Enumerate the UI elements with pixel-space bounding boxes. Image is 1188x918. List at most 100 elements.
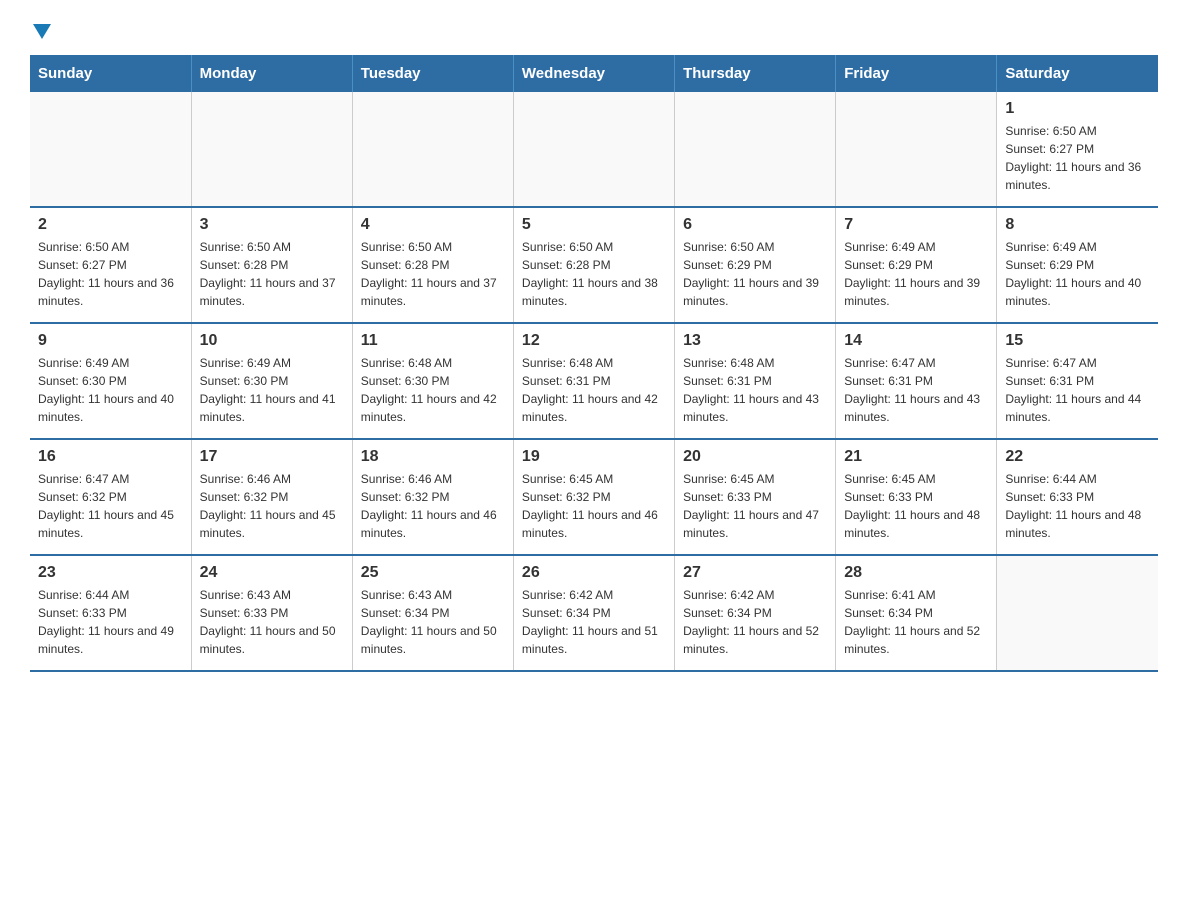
week-row-2: 2 Sunrise: 6:50 AMSunset: 6:27 PMDayligh… bbox=[30, 207, 1158, 323]
weekday-header-friday: Friday bbox=[836, 55, 997, 92]
day-info: Sunrise: 6:49 AMSunset: 6:29 PMDaylight:… bbox=[1005, 238, 1150, 310]
calendar-cell: 12 Sunrise: 6:48 AMSunset: 6:31 PMDaylig… bbox=[513, 323, 674, 439]
weekday-header-saturday: Saturday bbox=[997, 55, 1158, 92]
calendar-cell: 11 Sunrise: 6:48 AMSunset: 6:30 PMDaylig… bbox=[352, 323, 513, 439]
day-info: Sunrise: 6:48 AMSunset: 6:31 PMDaylight:… bbox=[683, 354, 827, 426]
day-info: Sunrise: 6:49 AMSunset: 6:29 PMDaylight:… bbox=[844, 238, 988, 310]
day-number: 14 bbox=[844, 332, 988, 350]
calendar-cell: 7 Sunrise: 6:49 AMSunset: 6:29 PMDayligh… bbox=[836, 207, 997, 323]
calendar-cell bbox=[997, 555, 1158, 671]
day-number: 27 bbox=[683, 564, 827, 582]
day-number: 23 bbox=[38, 564, 183, 582]
calendar-cell: 25 Sunrise: 6:43 AMSunset: 6:34 PMDaylig… bbox=[352, 555, 513, 671]
day-info: Sunrise: 6:46 AMSunset: 6:32 PMDaylight:… bbox=[361, 470, 505, 542]
day-number: 10 bbox=[200, 332, 344, 350]
day-info: Sunrise: 6:45 AMSunset: 6:33 PMDaylight:… bbox=[683, 470, 827, 542]
day-number: 18 bbox=[361, 448, 505, 466]
day-number: 7 bbox=[844, 216, 988, 234]
day-info: Sunrise: 6:50 AMSunset: 6:28 PMDaylight:… bbox=[361, 238, 505, 310]
calendar-cell: 2 Sunrise: 6:50 AMSunset: 6:27 PMDayligh… bbox=[30, 207, 191, 323]
calendar-cell: 18 Sunrise: 6:46 AMSunset: 6:32 PMDaylig… bbox=[352, 439, 513, 555]
day-info: Sunrise: 6:42 AMSunset: 6:34 PMDaylight:… bbox=[522, 586, 666, 658]
calendar-cell bbox=[836, 92, 997, 207]
day-info: Sunrise: 6:42 AMSunset: 6:34 PMDaylight:… bbox=[683, 586, 827, 658]
calendar-cell: 17 Sunrise: 6:46 AMSunset: 6:32 PMDaylig… bbox=[191, 439, 352, 555]
calendar-cell: 24 Sunrise: 6:43 AMSunset: 6:33 PMDaylig… bbox=[191, 555, 352, 671]
day-info: Sunrise: 6:47 AMSunset: 6:31 PMDaylight:… bbox=[1005, 354, 1150, 426]
calendar-cell: 13 Sunrise: 6:48 AMSunset: 6:31 PMDaylig… bbox=[675, 323, 836, 439]
calendar-cell: 16 Sunrise: 6:47 AMSunset: 6:32 PMDaylig… bbox=[30, 439, 191, 555]
calendar-cell bbox=[191, 92, 352, 207]
day-info: Sunrise: 6:49 AMSunset: 6:30 PMDaylight:… bbox=[38, 354, 183, 426]
day-number: 15 bbox=[1005, 332, 1150, 350]
day-info: Sunrise: 6:46 AMSunset: 6:32 PMDaylight:… bbox=[200, 470, 344, 542]
day-number: 25 bbox=[361, 564, 505, 582]
weekday-header-sunday: Sunday bbox=[30, 55, 191, 92]
calendar-cell: 5 Sunrise: 6:50 AMSunset: 6:28 PMDayligh… bbox=[513, 207, 674, 323]
day-info: Sunrise: 6:43 AMSunset: 6:33 PMDaylight:… bbox=[200, 586, 344, 658]
day-number: 12 bbox=[522, 332, 666, 350]
calendar-cell: 26 Sunrise: 6:42 AMSunset: 6:34 PMDaylig… bbox=[513, 555, 674, 671]
day-info: Sunrise: 6:45 AMSunset: 6:32 PMDaylight:… bbox=[522, 470, 666, 542]
day-number: 11 bbox=[361, 332, 505, 350]
day-info: Sunrise: 6:50 AMSunset: 6:27 PMDaylight:… bbox=[1005, 122, 1150, 194]
calendar-cell: 15 Sunrise: 6:47 AMSunset: 6:31 PMDaylig… bbox=[997, 323, 1158, 439]
day-info: Sunrise: 6:50 AMSunset: 6:28 PMDaylight:… bbox=[200, 238, 344, 310]
calendar-cell: 10 Sunrise: 6:49 AMSunset: 6:30 PMDaylig… bbox=[191, 323, 352, 439]
day-number: 1 bbox=[1005, 100, 1150, 118]
day-number: 5 bbox=[522, 216, 666, 234]
day-number: 2 bbox=[38, 216, 183, 234]
day-info: Sunrise: 6:47 AMSunset: 6:32 PMDaylight:… bbox=[38, 470, 183, 542]
day-info: Sunrise: 6:41 AMSunset: 6:34 PMDaylight:… bbox=[844, 586, 988, 658]
calendar-cell bbox=[352, 92, 513, 207]
weekday-header-wednesday: Wednesday bbox=[513, 55, 674, 92]
day-number: 13 bbox=[683, 332, 827, 350]
day-number: 20 bbox=[683, 448, 827, 466]
week-row-5: 23 Sunrise: 6:44 AMSunset: 6:33 PMDaylig… bbox=[30, 555, 1158, 671]
logo bbox=[30, 20, 51, 35]
calendar-cell bbox=[513, 92, 674, 207]
weekday-header-monday: Monday bbox=[191, 55, 352, 92]
day-number: 22 bbox=[1005, 448, 1150, 466]
day-info: Sunrise: 6:44 AMSunset: 6:33 PMDaylight:… bbox=[38, 586, 183, 658]
day-number: 21 bbox=[844, 448, 988, 466]
day-info: Sunrise: 6:44 AMSunset: 6:33 PMDaylight:… bbox=[1005, 470, 1150, 542]
day-number: 8 bbox=[1005, 216, 1150, 234]
calendar-cell: 8 Sunrise: 6:49 AMSunset: 6:29 PMDayligh… bbox=[997, 207, 1158, 323]
day-info: Sunrise: 6:50 AMSunset: 6:29 PMDaylight:… bbox=[683, 238, 827, 310]
weekday-header-thursday: Thursday bbox=[675, 55, 836, 92]
calendar-cell: 23 Sunrise: 6:44 AMSunset: 6:33 PMDaylig… bbox=[30, 555, 191, 671]
day-number: 6 bbox=[683, 216, 827, 234]
weekday-header-row: SundayMondayTuesdayWednesdayThursdayFrid… bbox=[30, 55, 1158, 92]
day-info: Sunrise: 6:48 AMSunset: 6:30 PMDaylight:… bbox=[361, 354, 505, 426]
calendar-cell: 20 Sunrise: 6:45 AMSunset: 6:33 PMDaylig… bbox=[675, 439, 836, 555]
day-info: Sunrise: 6:50 AMSunset: 6:27 PMDaylight:… bbox=[38, 238, 183, 310]
day-number: 4 bbox=[361, 216, 505, 234]
calendar-cell: 1 Sunrise: 6:50 AMSunset: 6:27 PMDayligh… bbox=[997, 92, 1158, 207]
calendar-cell: 27 Sunrise: 6:42 AMSunset: 6:34 PMDaylig… bbox=[675, 555, 836, 671]
day-info: Sunrise: 6:45 AMSunset: 6:33 PMDaylight:… bbox=[844, 470, 988, 542]
day-info: Sunrise: 6:43 AMSunset: 6:34 PMDaylight:… bbox=[361, 586, 505, 658]
week-row-4: 16 Sunrise: 6:47 AMSunset: 6:32 PMDaylig… bbox=[30, 439, 1158, 555]
calendar-cell: 6 Sunrise: 6:50 AMSunset: 6:29 PMDayligh… bbox=[675, 207, 836, 323]
day-number: 19 bbox=[522, 448, 666, 466]
calendar-cell: 28 Sunrise: 6:41 AMSunset: 6:34 PMDaylig… bbox=[836, 555, 997, 671]
calendar-cell: 21 Sunrise: 6:45 AMSunset: 6:33 PMDaylig… bbox=[836, 439, 997, 555]
calendar-cell: 22 Sunrise: 6:44 AMSunset: 6:33 PMDaylig… bbox=[997, 439, 1158, 555]
day-info: Sunrise: 6:49 AMSunset: 6:30 PMDaylight:… bbox=[200, 354, 344, 426]
day-info: Sunrise: 6:50 AMSunset: 6:28 PMDaylight:… bbox=[522, 238, 666, 310]
day-number: 9 bbox=[38, 332, 183, 350]
day-number: 17 bbox=[200, 448, 344, 466]
week-row-3: 9 Sunrise: 6:49 AMSunset: 6:30 PMDayligh… bbox=[30, 323, 1158, 439]
day-number: 3 bbox=[200, 216, 344, 234]
calendar-cell: 9 Sunrise: 6:49 AMSunset: 6:30 PMDayligh… bbox=[30, 323, 191, 439]
day-number: 26 bbox=[522, 564, 666, 582]
weekday-header-tuesday: Tuesday bbox=[352, 55, 513, 92]
logo-triangle-icon bbox=[33, 24, 51, 39]
page-header bbox=[30, 20, 1158, 35]
calendar-table: SundayMondayTuesdayWednesdayThursdayFrid… bbox=[30, 55, 1158, 672]
week-row-1: 1 Sunrise: 6:50 AMSunset: 6:27 PMDayligh… bbox=[30, 92, 1158, 207]
day-info: Sunrise: 6:47 AMSunset: 6:31 PMDaylight:… bbox=[844, 354, 988, 426]
calendar-cell: 3 Sunrise: 6:50 AMSunset: 6:28 PMDayligh… bbox=[191, 207, 352, 323]
day-number: 24 bbox=[200, 564, 344, 582]
